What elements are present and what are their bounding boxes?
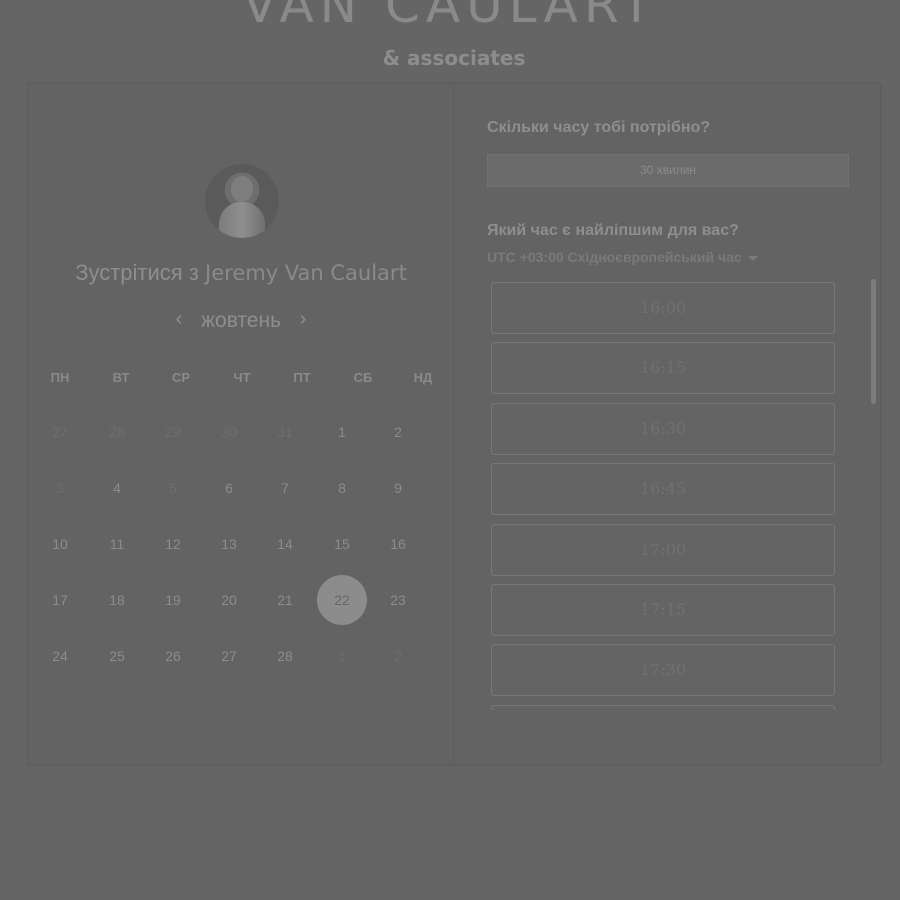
timezone-select[interactable]: UTC +03:00 Східноєвропейський час	[487, 249, 758, 265]
time-slot-list: 16:00 16:15 16:30 16:45 17:00 17:15 17:30	[491, 282, 835, 710]
calendar-day[interactable]: 2	[378, 412, 418, 452]
time-slot-button[interactable]: 16:45	[491, 463, 835, 516]
calendar-day: 30	[221, 424, 237, 440]
booking-card: Зустрітися з Jeremy Van Caulart ‹ жовтен…	[28, 83, 881, 765]
booking-options: Скільки часу тобі потрібно? 30 хвилин Як…	[454, 84, 882, 766]
calendar-day[interactable]: 4	[97, 468, 137, 508]
calendar-day[interactable]: 18	[97, 580, 137, 620]
time-slot-button[interactable]: 16:30	[491, 402, 835, 455]
calendar-day: 1	[338, 648, 346, 664]
calendar-day[interactable]: 25	[97, 636, 137, 676]
time-slot-button[interactable]	[491, 704, 835, 710]
time-slot-button[interactable]: 17:15	[491, 584, 835, 636]
calendar-day: 2	[394, 648, 402, 664]
brand-title: VAN CAULART	[242, 0, 658, 34]
time-slot-button[interactable]: 17:30	[491, 644, 835, 697]
calendar-day: 3	[56, 480, 64, 496]
calendar-day[interactable]: 16	[378, 524, 418, 564]
calendar-day[interactable]: 28	[265, 636, 305, 676]
calendar-day[interactable]: 7	[265, 468, 305, 508]
calendar-day[interactable]: 21	[265, 580, 305, 620]
time-question: Який час є найліпшим для вас?	[487, 222, 739, 239]
calendar-day: 29	[165, 424, 181, 440]
duration-question: Скільки часу тобі потрібно?	[487, 119, 711, 136]
brand-subtitle: & associates	[382, 46, 526, 70]
calendar-day-selected[interactable]: 22	[317, 575, 367, 625]
calendar-day: 31	[277, 424, 293, 440]
calendar-day[interactable]: 12	[153, 524, 193, 564]
slots-scrollbar[interactable]	[871, 279, 876, 404]
calendar-day[interactable]: 14	[265, 524, 305, 564]
calendar-day[interactable]: 23	[378, 580, 418, 620]
calendar-day[interactable]: 11	[97, 524, 137, 564]
calendar-day[interactable]: 26	[153, 636, 193, 676]
calendar-day: 5	[169, 480, 177, 496]
calendar-day[interactable]: 1	[322, 412, 362, 452]
calendar-day[interactable]: 15	[322, 524, 362, 564]
calendar-day[interactable]: 10	[40, 524, 80, 564]
calendar-day[interactable]: 8	[322, 468, 362, 508]
calendar-day: 27	[52, 424, 68, 440]
time-slot-button[interactable]: 16:00	[491, 282, 835, 334]
duration-select[interactable]: 30 хвилин	[487, 154, 849, 187]
calendar-day[interactable]: 9	[378, 468, 418, 508]
calendar-day[interactable]: 24	[40, 636, 80, 676]
time-slot-button[interactable]: 17:00	[491, 523, 835, 576]
calendar-day[interactable]: 20	[209, 580, 249, 620]
calendar-day[interactable]: 13	[209, 524, 249, 564]
calendar-day[interactable]: 6	[209, 468, 249, 508]
calendar-day[interactable]: 17	[40, 580, 80, 620]
calendar-day: 28	[109, 424, 125, 440]
timezone-label: UTC +03:00 Східноєвропейський час	[487, 249, 742, 265]
calendar-grid: 27 28 29 30 31 1 2 3 4 5 6 7 8 9 10 11 12 13 14 15 16 17 18 19 2…	[29, 84, 453, 766]
calendar-day[interactable]: 27	[209, 636, 249, 676]
time-slot-button[interactable]: 16:15	[491, 342, 835, 395]
caret-down-icon	[747, 255, 758, 261]
calendar-day[interactable]: 19	[153, 580, 193, 620]
